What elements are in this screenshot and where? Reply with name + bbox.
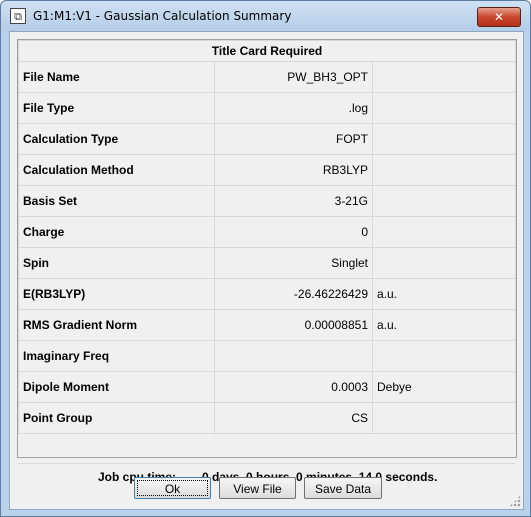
table-row: Dipole Moment 0.0003 Debye [18,371,517,403]
row-unit: a.u. [371,278,517,310]
row-label: Calculation Type [18,123,215,155]
row-label: RMS Gradient Norm [18,309,215,341]
view-file-button[interactable]: View File [219,477,296,499]
ok-button[interactable]: Ok [134,477,211,499]
row-label: File Type [18,92,215,124]
row-unit [371,61,517,93]
row-value: RB3LYP [214,154,373,186]
row-label: Imaginary Freq [18,340,215,372]
row-unit: Debye [371,371,517,403]
summary-table: Title Card Required File Name PW_BH3_OPT F… [17,40,517,434]
row-unit [371,185,517,217]
close-button[interactable]: ✕ [477,7,521,27]
table-row: Calculation Type FOPT [18,123,517,155]
row-label: E(RB3LYP) [18,278,215,310]
title-card-header: Title Card Required [17,40,517,62]
row-label: Basis Set [18,185,215,217]
gaussview-app-icon[interactable]: ⧉ [10,8,26,24]
row-value: PW_BH3_OPT [214,61,373,93]
row-value: -26.46226429 [214,278,373,310]
row-label: File Name [18,61,215,93]
table-row: Basis Set 3-21G [18,185,517,217]
table-row: Charge 0 [18,216,517,248]
row-label: Calculation Method [18,154,215,186]
row-unit: a.u. [371,309,517,341]
row-value: FOPT [214,123,373,155]
row-value: 0.00008851 [214,309,373,341]
row-value: 3-21G [214,185,373,217]
table-row: E(RB3LYP) -26.46226429 a.u. [18,278,517,310]
client-area: Title Card Required File Name PW_BH3_OPT F… [9,31,524,510]
row-unit [371,402,517,434]
row-label: Dipole Moment [18,371,215,403]
window-title: G1:M1:V1 - Gaussian Calculation Summary [33,9,292,23]
summary-panel: Title Card Required File Name PW_BH3_OPT F… [17,39,517,484]
row-unit [371,123,517,155]
dialog-window: ⧉ G1:M1:V1 - Gaussian Calculation Summar… [0,0,531,517]
row-label: Point Group [18,402,215,434]
row-unit [371,92,517,124]
table-header-row: Title Card Required [17,40,517,62]
table-row: Calculation Method RB3LYP [18,154,517,186]
row-unit [371,247,517,279]
row-label: Spin [18,247,215,279]
row-unit [371,340,517,372]
table-row: Point Group CS [18,402,517,434]
table-row: File Type .log [18,92,517,124]
table-row: Spin Singlet [18,247,517,279]
table-row: File Name PW_BH3_OPT [18,61,517,93]
row-label: Charge [18,216,215,248]
row-value: CS [214,402,373,434]
table-row: Imaginary Freq [18,340,517,372]
row-unit [371,154,517,186]
table-row: RMS Gradient Norm 0.00008851 a.u. [18,309,517,341]
row-unit [371,216,517,248]
row-value: .log [214,92,373,124]
save-data-button[interactable]: Save Data [304,477,382,499]
row-value: 0 [214,216,373,248]
row-value: Singlet [214,247,373,279]
row-value [214,340,373,372]
row-value: 0.0003 [214,371,373,403]
resize-grip[interactable] [509,495,521,507]
title-bar[interactable]: ⧉ G1:M1:V1 - Gaussian Calculation Summar… [1,1,530,31]
